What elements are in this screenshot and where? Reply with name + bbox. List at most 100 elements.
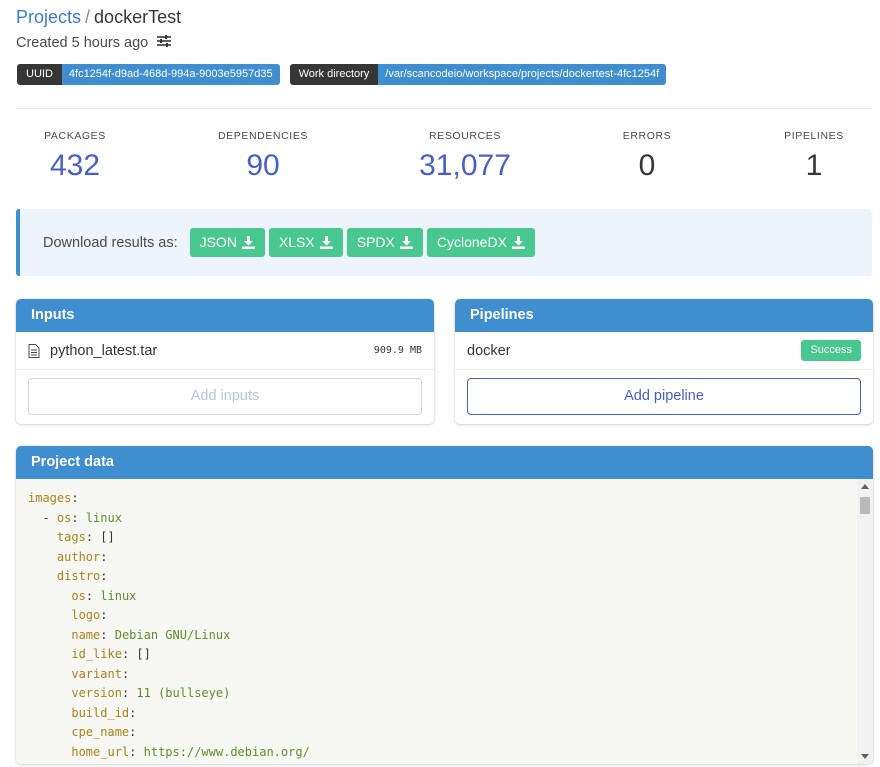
stat-value[interactable]: 432	[44, 148, 106, 184]
button-label: JSON	[199, 234, 237, 250]
code-line: cpe_name:	[71, 725, 137, 739]
code-line: version: 11 (bullseye)	[71, 686, 231, 700]
stat-pipelines: Pipelines 1	[784, 130, 844, 184]
code-key: os	[56, 510, 72, 525]
code-key: build_id	[71, 705, 130, 720]
add-inputs-button[interactable]: Add inputs	[28, 378, 422, 415]
divider	[16, 108, 872, 109]
stat-dependencies[interactable]: Dependencies 90	[218, 130, 308, 184]
download-cyclonedx-button[interactable]: CycloneDX	[426, 228, 535, 257]
add-pipeline-button[interactable]: Add pipeline	[467, 378, 861, 415]
code-value: []	[136, 647, 151, 661]
pipelines-panel: Pipelines docker Success Add pipeline	[455, 299, 873, 424]
code-key: version	[71, 686, 122, 700]
stat-label: Resources	[429, 130, 501, 142]
pipelines-panel-title: Pipelines	[455, 299, 873, 332]
code-key: distro	[56, 569, 101, 583]
download-json-button[interactable]: JSON	[189, 228, 265, 257]
project-tags: UUID 4fc1254f-d9ad-468d-994a-9003e5957d3…	[17, 64, 667, 85]
button-label: XLSX	[278, 234, 315, 250]
code-line: author:	[56, 549, 108, 564]
scroll-down-icon[interactable]	[861, 754, 869, 759]
stat-value[interactable]: 31,077	[419, 148, 511, 184]
download-icon	[319, 236, 333, 249]
breadcrumb-projects-link[interactable]: Projects	[16, 7, 81, 27]
stat-label: Errors	[622, 130, 672, 142]
created-info: Created 5 hours ago	[16, 34, 172, 52]
code-key: logo	[71, 608, 101, 622]
code-line: distro:	[56, 569, 108, 583]
scrollbar[interactable]	[857, 479, 873, 764]
code-key: home_url	[71, 744, 130, 759]
code-key: images	[28, 491, 72, 505]
button-label: SPDX	[356, 234, 395, 250]
stat-resources[interactable]: Resources 31,077	[419, 130, 511, 184]
pipeline-row[interactable]: docker Success	[455, 332, 873, 370]
code-key: name	[71, 627, 101, 642]
project-data-code-area[interactable]: images: - os: linux tags: [] author: dis…	[16, 479, 873, 764]
code-key: tags	[56, 530, 86, 544]
code-line: build_id:	[71, 705, 137, 720]
uuid-value: 4fc1254f-d9ad-468d-994a-9003e5957d35	[61, 64, 280, 85]
code-value: []	[100, 530, 115, 544]
download-label: Download results as:	[43, 234, 178, 251]
pipeline-name: docker	[467, 342, 511, 359]
scroll-up-icon[interactable]	[861, 484, 869, 489]
code-line: tags: []	[56, 530, 115, 544]
stat-value: 0	[638, 149, 656, 182]
code-line: home_url: https://www.debian.org/	[71, 744, 310, 759]
uuid-label: UUID	[17, 64, 62, 85]
stat-label: Pipelines	[784, 130, 844, 142]
input-file-name: python_latest.tar	[50, 342, 158, 359]
stat-errors: Errors 0	[623, 130, 672, 184]
input-file-row[interactable]: python_latest.tar 909.9 MB	[16, 332, 434, 370]
code-value: Debian GNU/Linux	[114, 627, 231, 642]
created-text: Created 5 hours ago	[16, 35, 149, 51]
settings-sliders-icon[interactable]	[156, 34, 172, 52]
stat-label: Packages	[44, 130, 106, 142]
status-badge[interactable]: Success	[801, 340, 861, 361]
code-line: variant:	[71, 666, 130, 681]
download-results-bar: Download results as: JSON XLSX SPDX Cycl…	[16, 209, 872, 276]
code-key: variant	[71, 666, 122, 681]
code-key: id_like	[71, 647, 122, 661]
code-key: cpe_name	[71, 725, 130, 739]
download-icon	[399, 236, 413, 249]
breadcrumb: Projects / dockerTest	[16, 6, 181, 28]
download-icon	[241, 236, 255, 249]
project-data-title: Project data	[16, 446, 873, 479]
code-key: os	[71, 588, 86, 603]
download-xlsx-button[interactable]: XLSX	[268, 228, 343, 257]
download-spdx-button[interactable]: SPDX	[346, 228, 423, 257]
code-value: linux	[100, 588, 137, 603]
code-line: id_like: []	[71, 647, 151, 661]
inputs-panel: Inputs python_latest.tar 909.9 MB Add in…	[16, 299, 434, 424]
button-label: CycloneDX	[436, 234, 507, 250]
inputs-panel-title: Inputs	[16, 299, 434, 332]
scrollbar-thumb[interactable]	[860, 497, 870, 514]
file-icon	[28, 343, 40, 358]
code-line: - os: linux	[28, 510, 122, 525]
code-line: name: Debian GNU/Linux	[71, 627, 231, 642]
uuid-tag: UUID 4fc1254f-d9ad-468d-994a-9003e5957d3…	[17, 64, 280, 85]
stat-value[interactable]: 90	[218, 148, 308, 184]
project-data-panel: Project data images: - os: linux tags: […	[16, 446, 873, 764]
code-value: https://www.debian.org/	[143, 744, 310, 759]
stat-label: Dependencies	[217, 130, 309, 142]
code-key: author	[56, 549, 101, 564]
workdir-tag: Work directory /var/scancodeio/workspace…	[289, 64, 667, 85]
stats-bar: Packages 432 Dependencies 90 Resources 3…	[0, 130, 880, 190]
code-value: 11 (bullseye)	[136, 686, 231, 700]
workdir-label: Work directory	[289, 64, 379, 85]
code-line: os: linux	[71, 588, 137, 603]
yaml-code: images: - os: linux tags: [] author: dis…	[16, 479, 873, 762]
stat-packages[interactable]: Packages 432	[44, 130, 106, 184]
code-line: logo:	[71, 608, 108, 622]
code-line: images:	[28, 491, 79, 505]
input-file-size: 909.9 MB	[373, 345, 422, 356]
stat-value: 1	[805, 149, 823, 182]
code-value: linux	[85, 510, 122, 525]
workdir-value: /var/scancodeio/workspace/projects/docke…	[378, 64, 667, 85]
page-title: dockerTest	[94, 7, 182, 27]
download-icon	[511, 236, 525, 249]
